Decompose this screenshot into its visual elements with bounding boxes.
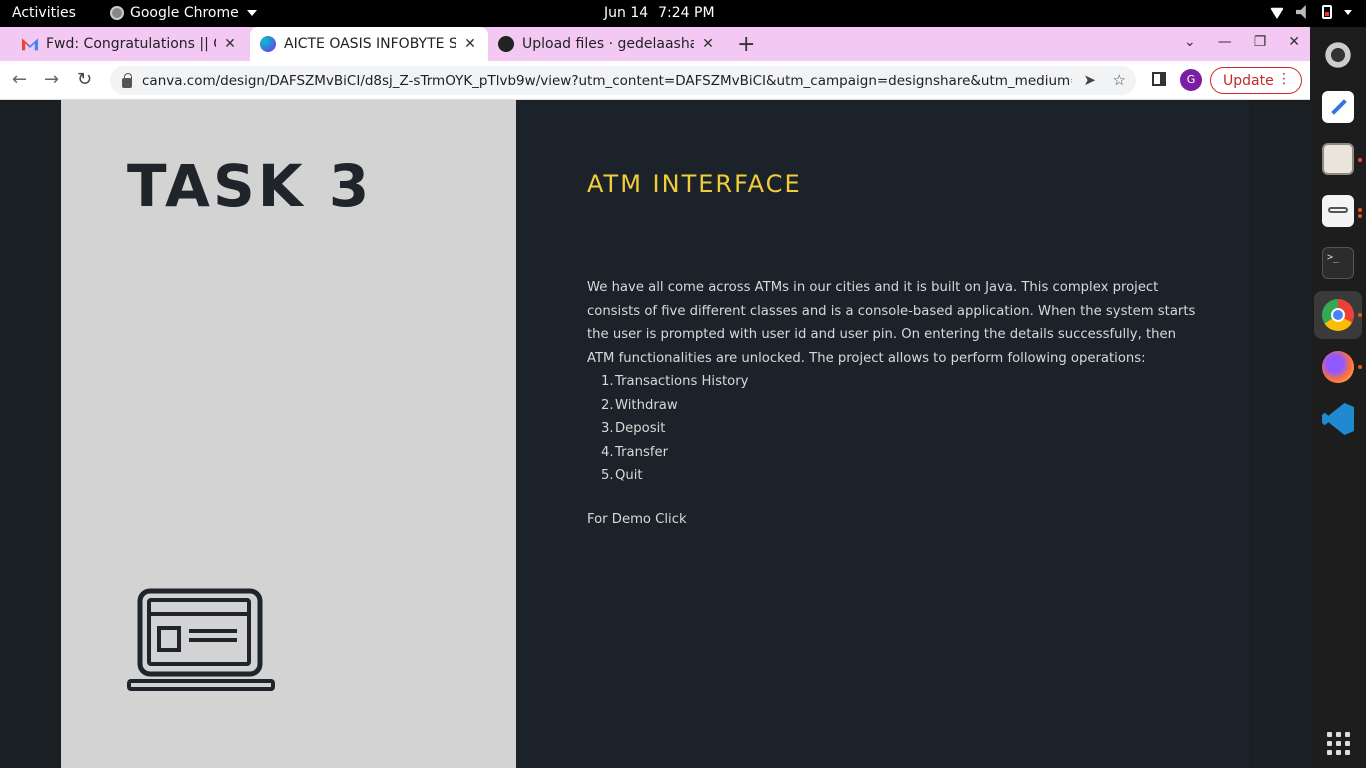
chevron-down-icon: [246, 10, 257, 16]
update-button[interactable]: Update ⋮: [1210, 67, 1302, 94]
list-item: 5.Quit: [601, 468, 643, 483]
volume-icon: [1296, 5, 1306, 19]
running-indicator: [1358, 208, 1362, 212]
ubuntu-dock: >_: [1310, 27, 1366, 768]
browser-window: Fwd: Congratulations || O ✕ AICTE OASIS …: [0, 27, 1310, 100]
forward-icon[interactable]: →: [44, 69, 59, 90]
terminal-icon[interactable]: >_: [1322, 247, 1354, 279]
running-indicator: [1358, 158, 1362, 162]
document-viewer-icon[interactable]: [1322, 195, 1354, 227]
wifi-icon: [1270, 7, 1284, 19]
github-icon: [498, 36, 514, 52]
tab-github[interactable]: Upload files · gedelaasha- ✕: [488, 27, 726, 61]
lock-icon[interactable]: [122, 72, 132, 88]
bookmark-star-icon[interactable]: ☆: [1113, 71, 1126, 89]
list-item: 1.Transactions History: [601, 374, 749, 389]
slide-left-panel: TASK 3: [61, 100, 516, 768]
tab-canva[interactable]: AICTE OASIS INFOBYTE SI ✕: [250, 27, 488, 61]
tab-search-icon[interactable]: ⌄: [1184, 34, 1196, 50]
gmail-icon: [22, 38, 38, 51]
address-bar[interactable]: canva.com/design/DAFSZMvBiCI/d8sj_Z-sTrm…: [110, 66, 1136, 95]
reload-icon[interactable]: ↻: [77, 69, 92, 90]
task-title: TASK 3: [127, 152, 373, 220]
tab-title: Upload files · gedelaasha-: [522, 36, 694, 52]
laptop-card-icon: [127, 588, 275, 691]
battery-icon: [1322, 5, 1332, 19]
settings-icon[interactable]: [1322, 39, 1354, 71]
tab-strip: Fwd: Congratulations || O ✕ AICTE OASIS …: [0, 27, 1310, 61]
url-text[interactable]: canva.com/design/DAFSZMvBiCI/d8sj_Z-sTrm…: [142, 73, 1072, 89]
page-viewport: TASK 3 ATM INTERFACE We have all come ac…: [0, 100, 1310, 768]
browser-toolbar: ← → ↻ canva.com/design/DAFSZMvBiCI/d8sj_…: [0, 61, 1310, 100]
activities-button[interactable]: Activities: [12, 5, 76, 21]
chrome-icon[interactable]: [1322, 299, 1354, 331]
show-apps-icon[interactable]: [1327, 732, 1350, 755]
update-label: Update: [1223, 72, 1274, 89]
slide-description: We have all come across ATMs in our citi…: [587, 280, 1196, 366]
side-panel-icon[interactable]: [1152, 72, 1166, 86]
clock-time: 7:24 PM: [658, 5, 715, 21]
tab-title: AICTE OASIS INFOBYTE SI: [284, 36, 456, 52]
operations-list: 1.Transactions History 2.Withdraw 3.Depo…: [587, 370, 748, 488]
firefox-icon[interactable]: [1322, 351, 1354, 383]
app-menu-label: Google Chrome: [130, 5, 239, 21]
canva-icon: [260, 36, 276, 52]
close-window-icon[interactable]: ✕: [1288, 34, 1300, 50]
slide-heading: ATM INTERFACE: [587, 170, 802, 198]
close-icon[interactable]: ✕: [462, 36, 478, 52]
system-tray[interactable]: [1270, 5, 1352, 19]
clock-date: Jun 14: [604, 5, 649, 21]
close-icon[interactable]: ✕: [700, 36, 716, 52]
demo-link[interactable]: For Demo Click: [587, 512, 687, 527]
list-item: 3.Deposit: [601, 421, 666, 436]
more-menu-icon[interactable]: ⋮: [1277, 71, 1291, 87]
running-indicator: [1358, 313, 1362, 317]
files-icon[interactable]: [1322, 143, 1354, 175]
system-top-bar: Activities Google Chrome Jun 14 7:24 PM: [0, 0, 1366, 27]
tab-gmail[interactable]: Fwd: Congratulations || O ✕: [12, 27, 248, 61]
window-controls: ⌄ — ❐ ✕: [1184, 34, 1300, 50]
chevron-down-icon: [1344, 9, 1352, 15]
text-editor-icon[interactable]: [1322, 91, 1354, 123]
tab-title: Fwd: Congratulations || O: [46, 36, 216, 52]
profile-avatar[interactable]: G: [1180, 69, 1202, 91]
restore-icon[interactable]: ❐: [1254, 34, 1267, 50]
minimize-icon[interactable]: —: [1218, 34, 1232, 50]
send-icon[interactable]: ➤: [1083, 71, 1096, 89]
list-item: 4.Transfer: [601, 444, 669, 460]
running-indicator: [1358, 365, 1362, 369]
clock[interactable]: Jun 14 7:24 PM: [604, 5, 715, 21]
back-icon[interactable]: ←: [12, 69, 27, 90]
slide-right-panel: ATM INTERFACE We have all come across AT…: [516, 100, 1249, 768]
close-icon[interactable]: ✕: [222, 36, 238, 52]
chrome-icon: [110, 6, 124, 20]
list-item: 2.Withdraw: [601, 397, 678, 413]
running-indicator: [1358, 214, 1362, 218]
vscode-icon[interactable]: [1322, 403, 1354, 435]
app-menu[interactable]: Google Chrome: [110, 5, 257, 21]
new-tab-button[interactable]: +: [737, 32, 755, 57]
